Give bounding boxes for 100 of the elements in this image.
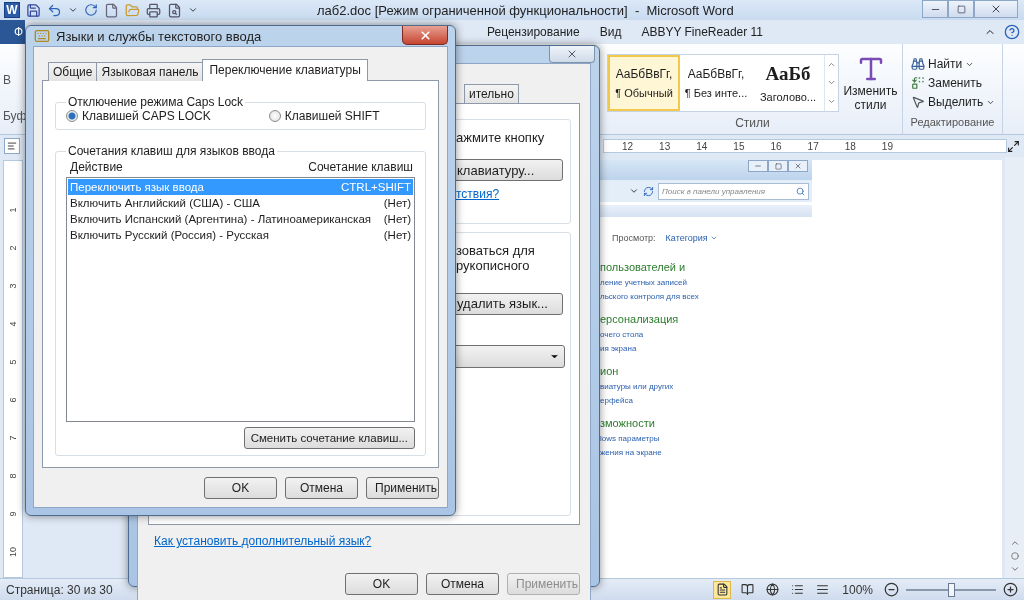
change-hotkey-button[interactable]: Сменить сочетание клавиш... [243, 427, 415, 449]
search-icon [796, 186, 805, 196]
close-icon [990, 3, 1002, 15]
instruction-text: ажмите кнопку [456, 130, 546, 145]
ribbon-tab[interactable]: Вид [589, 21, 632, 43]
editing-button[interactable]: Найти [911, 57, 996, 71]
save-icon[interactable] [26, 2, 41, 18]
restore-button[interactable] [948, 0, 974, 18]
restore-icon [774, 162, 782, 170]
dialog-tab[interactable]: ительно [464, 84, 519, 103]
browse-object-icon[interactable] [1010, 552, 1019, 560]
file-tab[interactable]: Ф [0, 20, 25, 44]
change-styles-button[interactable]: Изменить стили [843, 54, 898, 112]
style-item[interactable]: АаБбВвГг, ¶ Обычный [608, 55, 680, 111]
category-heading: ерсонализация [600, 313, 680, 325]
help-icon[interactable] [1004, 24, 1020, 40]
minimize-button[interactable] [922, 0, 948, 18]
binoculars-icon [911, 57, 925, 71]
web-view-icon[interactable] [763, 580, 782, 599]
dialog-tab[interactable]: Переключение клавиатуры [202, 59, 368, 81]
customize-caret-icon[interactable] [188, 5, 198, 15]
dialog-button[interactable]: Отмена [285, 477, 358, 499]
search-field[interactable]: Поиск в панели управления [658, 182, 809, 200]
window-title: лаб2.doc [Режим ограниченной функциональности] - Microsoft Word [317, 3, 734, 18]
restore-icon [956, 4, 966, 14]
ruler-toggle-icon[interactable] [1007, 139, 1020, 153]
help-link[interactable]: Как установить дополнительный язык? [154, 534, 372, 548]
vertical-ruler: 1 2 3 4 5 6 7 8 9 10 [3, 160, 23, 578]
zoom-out-icon[interactable] [884, 582, 899, 597]
undo-icon[interactable] [47, 2, 62, 18]
redo-icon[interactable] [84, 3, 98, 17]
category-link[interactable]: льского контроля для всех [600, 292, 812, 301]
page-count: Страница: 30 из 30 [6, 582, 113, 597]
scroll-up-icon[interactable] [1009, 538, 1020, 548]
horizontal-ruler: 12 13 14 15 16 17 18 19 [602, 139, 1008, 153]
editing-button[interactable]: Выделить [911, 95, 996, 109]
tab-selector[interactable] [4, 138, 20, 154]
radio-button[interactable] [66, 110, 78, 122]
keyboard-icon [34, 28, 50, 44]
word-logo: W [4, 2, 20, 18]
print-layout-icon[interactable] [713, 580, 732, 599]
list-row[interactable]: Включить Английский (США) - США (Нет) [68, 195, 413, 211]
category-heading: ион [600, 365, 620, 377]
dialog-button[interactable]: Применить [366, 477, 439, 499]
pointer-icon [911, 95, 925, 109]
dialog-button[interactable]: Отмена [426, 573, 499, 595]
dialog-button[interactable]: OK [204, 477, 277, 499]
close-button[interactable] [788, 160, 808, 172]
category-link[interactable]: ление учетных записей [600, 278, 812, 287]
printer-icon[interactable] [146, 2, 161, 18]
zoom-thumb[interactable] [948, 582, 955, 597]
minimize-icon [754, 162, 762, 170]
column-header: Сочетание клавиш [308, 160, 413, 174]
dialog-title: Языки и службы текстового ввода [56, 28, 262, 44]
restore-button[interactable] [768, 160, 788, 172]
group-label: Стили [734, 116, 771, 132]
zoom-level: 100% [842, 582, 873, 597]
caret-icon[interactable] [629, 186, 639, 196]
group-title: Отключение режима Caps Lock [67, 95, 245, 109]
column-header: Действие [70, 160, 123, 174]
new-document-icon[interactable] [104, 2, 119, 18]
dialog-button[interactable]: OK [345, 573, 418, 595]
group-title: Сочетания клавиш для языков ввода [67, 144, 276, 158]
scrollbar[interactable] [1005, 157, 1024, 578]
editing-button[interactable]: Заменить [911, 76, 996, 90]
category-heading: зможности [600, 417, 656, 429]
caret-icon[interactable] [709, 234, 718, 242]
category-link[interactable]: ия экрана [600, 344, 812, 353]
category-link[interactable]: ерфейса [600, 396, 812, 405]
ribbon-tab[interactable]: Рецензирование [477, 21, 590, 43]
print-preview-icon[interactable] [167, 2, 182, 18]
close-icon [418, 28, 432, 42]
view-dropdown[interactable]: Категория [665, 233, 708, 243]
replace-icon [911, 76, 925, 90]
dialog-tab[interactable]: Языковая панель [96, 62, 204, 81]
description-text: зоваться для [456, 242, 536, 258]
radio-label: Клавишей CAPS LOCK [82, 109, 211, 123]
category-heading: пользователей и [600, 261, 687, 273]
view-label: Просмотр: [612, 233, 656, 243]
minimize-button[interactable] [748, 160, 768, 172]
zoom-in-icon[interactable] [1003, 582, 1018, 597]
close-button[interactable] [549, 46, 595, 63]
close-button[interactable] [402, 26, 448, 45]
description-text: рукописного [456, 257, 530, 273]
help-link[interactable]: тствия? [456, 187, 570, 201]
category-link[interactable]: очего стола [600, 330, 812, 339]
category-link[interactable]: виатуры или других [600, 382, 812, 391]
caret-icon[interactable] [68, 5, 78, 15]
scroll-down-icon[interactable] [1009, 564, 1020, 574]
refresh-icon[interactable] [643, 185, 654, 197]
folder-icon[interactable] [125, 2, 140, 18]
list-row[interactable]: Включить Испанский (Аргентина) - Латиноамериканская (Нет) [68, 211, 413, 227]
category-link[interactable]: lows параметры [600, 434, 812, 443]
category-link[interactable]: жения на экране [600, 448, 812, 457]
group-label: Редактирование [909, 116, 996, 130]
list-row[interactable]: Включить Русский (Россия) - Русская (Нет) [68, 227, 413, 243]
dialog-tab[interactable]: Общие [48, 62, 98, 81]
tab-stop-icon [7, 141, 17, 151]
ribbon-tab[interactable]: ABBYY FineReader 11 [631, 21, 774, 43]
radio-button[interactable] [268, 110, 281, 122]
